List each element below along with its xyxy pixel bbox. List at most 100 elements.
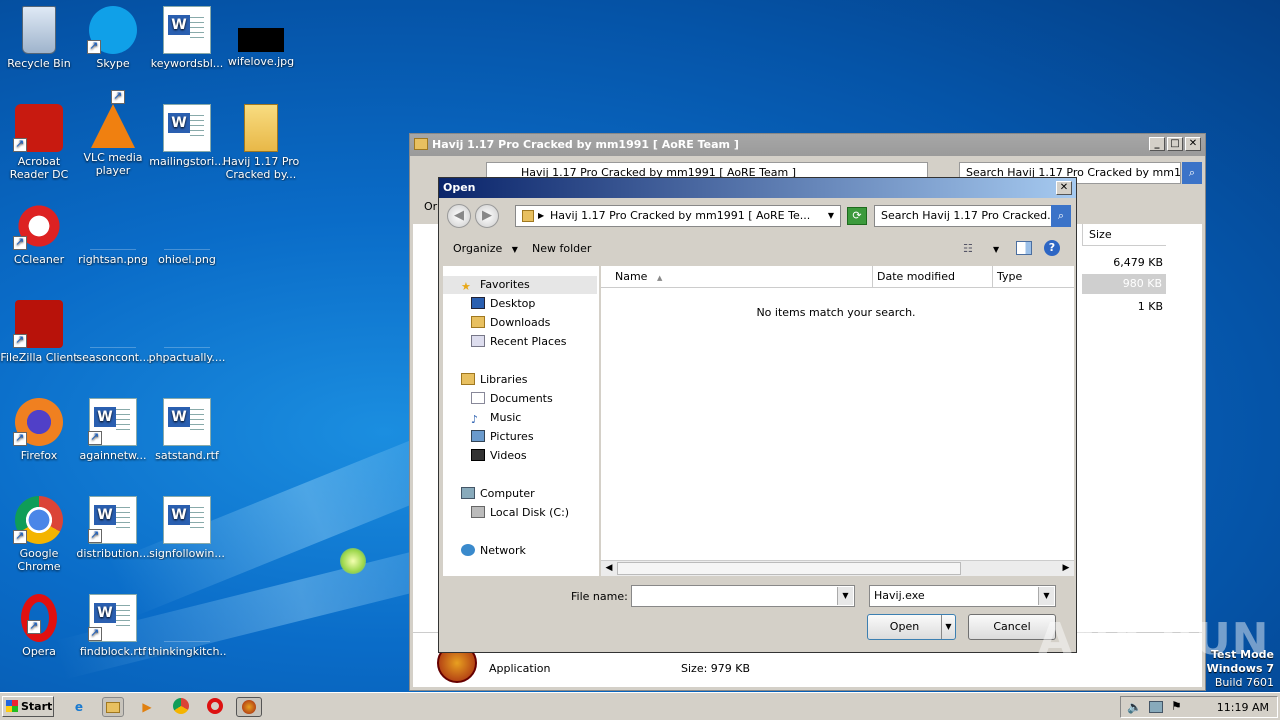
explorer-titlebar[interactable]: Havij 1.17 Pro Cracked by mm1991 [ AoRE … <box>410 134 1205 156</box>
explorer-title: Havij 1.17 Pro Cracked by mm1991 [ AoRE … <box>432 138 739 151</box>
scroll-left-icon[interactable]: ◀ <box>602 562 616 575</box>
desktop-icon-item[interactable]: VLC media player <box>74 89 152 177</box>
scroll-right-icon[interactable]: ▶ <box>1059 562 1073 575</box>
nav-item-videos[interactable]: Videos <box>471 449 527 462</box>
desktop-icon-item[interactable]: CCleaner <box>0 202 78 266</box>
media-player-icon[interactable]: ▶ <box>136 697 158 717</box>
nav-item-desktop[interactable]: Desktop <box>471 297 535 310</box>
image-icon <box>90 300 136 348</box>
preview-pane-icon[interactable] <box>1016 241 1032 255</box>
nav-item-network[interactable]: Network <box>461 544 526 557</box>
nav-item-pictures[interactable]: Pictures <box>471 430 534 443</box>
chevron-down-icon[interactable]: ▼ <box>993 245 999 254</box>
file-type-select[interactable]: Havij.exe ▼ <box>869 585 1056 607</box>
close-button[interactable]: ✕ <box>1185 137 1201 151</box>
forward-button[interactable]: ▶ <box>475 204 499 228</box>
desktop-icon-item[interactable]: Acrobat Reader DC <box>0 104 78 181</box>
nav-item-documents[interactable]: Documents <box>471 392 553 405</box>
desktop-icon-item[interactable]: Recycle Bin <box>0 6 78 70</box>
desktop-icon-item[interactable]: againnetw... <box>74 398 152 462</box>
view-options-icon[interactable]: ☷ <box>963 242 973 255</box>
back-button[interactable]: ◀ <box>447 204 471 228</box>
desktop-icon-item[interactable]: FileZilla Client <box>0 300 78 364</box>
word-doc-icon <box>88 398 137 446</box>
desktop-icon-item[interactable]: findblock.rtf <box>74 594 152 658</box>
scrollbar-thumb[interactable] <box>617 562 961 575</box>
open-button[interactable]: Open ▼ <box>867 614 956 640</box>
dialog-titlebar[interactable]: Open ✕ <box>439 178 1076 198</box>
desktop-icon-item[interactable]: Skype <box>74 6 152 70</box>
desktop-icon-item[interactable]: wifelove.jpg <box>222 6 300 68</box>
search-icon[interactable]: ⌕ <box>1182 162 1202 184</box>
path-bar[interactable]: ▶ Havij 1.17 Pro Cracked by mm1991 [ AoR… <box>515 205 841 227</box>
desktop-icon-label: satstand.rtf <box>155 449 219 462</box>
help-icon[interactable]: ? <box>1044 240 1060 256</box>
desktop-icon-item[interactable]: mailingstori... <box>148 104 226 168</box>
desktop-icon-item[interactable]: thinkingkitch... <box>148 594 226 658</box>
horizontal-scrollbar[interactable]: ◀ ▶ <box>601 560 1074 576</box>
open-dialog[interactable]: Open ✕ ◀ ▶ ▶ Havij 1.17 Pro Cracked by m… <box>438 177 1077 653</box>
column-header-type[interactable]: Type <box>993 266 1074 288</box>
desktop-icon-item[interactable]: Opera <box>0 594 78 658</box>
image-icon <box>164 202 210 250</box>
desktop-icon-item[interactable]: distribution... <box>74 496 152 560</box>
column-header-name[interactable]: Name ▲ <box>601 266 873 288</box>
dialog-search-input[interactable]: Search Havij 1.17 Pro Cracked... <box>874 205 1056 227</box>
desktop-icon-label: signfollowin... <box>149 547 225 560</box>
desktop-icon-label: ohioel.png <box>158 253 216 266</box>
nav-item-music[interactable]: ♪ Music <box>471 411 521 426</box>
organize-button[interactable]: Organize ▼ <box>453 242 518 255</box>
path-text: Havij 1.17 Pro Cracked by mm1991 [ AoRE … <box>550 209 811 222</box>
system-tray: 🔈 ⚑ 11:19 AM <box>1120 696 1278 718</box>
desktop-icon-item[interactable]: Firefox <box>0 398 78 462</box>
filezilla-icon <box>13 300 63 348</box>
desktop-icon-label: keywordsbl... <box>150 57 224 70</box>
explorer-organize-stub[interactable]: Or <box>424 200 437 213</box>
desktop-icon-item[interactable]: signfollowin... <box>148 496 226 560</box>
dialog-close-button[interactable]: ✕ <box>1056 181 1072 195</box>
chevron-down-icon[interactable]: ▼ <box>828 206 834 226</box>
nav-item-computer[interactable]: Computer <box>461 487 535 500</box>
folder-icon <box>522 210 534 222</box>
chevron-down-icon[interactable]: ▼ <box>1038 587 1054 605</box>
nav-item-favorites[interactable]: ★ Favorites <box>461 278 530 293</box>
start-button[interactable]: Start <box>2 696 54 717</box>
new-folder-button[interactable]: New folder <box>532 242 591 255</box>
desktop-icon-label: Skype <box>96 57 130 70</box>
documents-icon <box>471 392 485 404</box>
desktop-icon-label: againnetw... <box>79 449 147 462</box>
search-icon[interactable]: ⌕ <box>1051 205 1071 227</box>
desktop-icon-item[interactable]: Havij 1.17 Pro Cracked by... <box>222 104 300 181</box>
minimize-button[interactable]: _ <box>1149 137 1165 151</box>
opera-icon[interactable] <box>204 697 226 717</box>
desktop-icon-item[interactable]: keywordsbl... <box>148 6 226 70</box>
nav-item-downloads[interactable]: Downloads <box>471 316 550 329</box>
column-header-size[interactable]: Size <box>1082 224 1166 246</box>
desktop-icon-label: Havij 1.17 Pro Cracked by... <box>222 155 300 181</box>
desktop-icon-item[interactable]: Google Chrome <box>0 496 78 573</box>
file-explorer-icon[interactable] <box>102 697 124 717</box>
desktop-icon-item[interactable]: seasoncont... <box>74 300 152 364</box>
nav-item-recent-places[interactable]: Recent Places <box>471 335 567 348</box>
chevron-down-icon[interactable]: ▼ <box>837 587 853 605</box>
vlc-icon <box>91 89 135 148</box>
clock[interactable]: 11:19 AM <box>1217 701 1269 714</box>
nav-item-libraries[interactable]: Libraries <box>461 373 528 386</box>
flag-icon[interactable]: ⚑ <box>1171 699 1182 713</box>
desktop-icon-item[interactable]: rightsan.png <box>74 202 152 266</box>
nav-item-local-disk[interactable]: Local Disk (C:) <box>471 506 569 519</box>
file-list[interactable]: Name ▲ Date modified Type No items match… <box>601 266 1074 576</box>
desktop-icon-item[interactable]: phpactually.... <box>148 300 226 364</box>
split-arrow-icon[interactable]: ▼ <box>941 615 955 639</box>
column-header-date-modified[interactable]: Date modified <box>873 266 993 288</box>
chrome-icon[interactable] <box>170 697 192 717</box>
havij-taskbar-icon[interactable] <box>236 697 262 717</box>
maximize-button[interactable]: □ <box>1167 137 1183 151</box>
desktop-icon-item[interactable]: satstand.rtf <box>148 398 226 462</box>
internet-explorer-icon[interactable]: e <box>68 697 90 717</box>
volume-icon[interactable]: 🔈 <box>1127 700 1142 714</box>
filename-input[interactable]: ▼ <box>631 585 855 607</box>
desktop-icon-item[interactable]: ohioel.png <box>148 202 226 266</box>
network-tray-icon[interactable] <box>1149 701 1163 713</box>
refresh-button[interactable]: ⟳ <box>847 207 867 225</box>
